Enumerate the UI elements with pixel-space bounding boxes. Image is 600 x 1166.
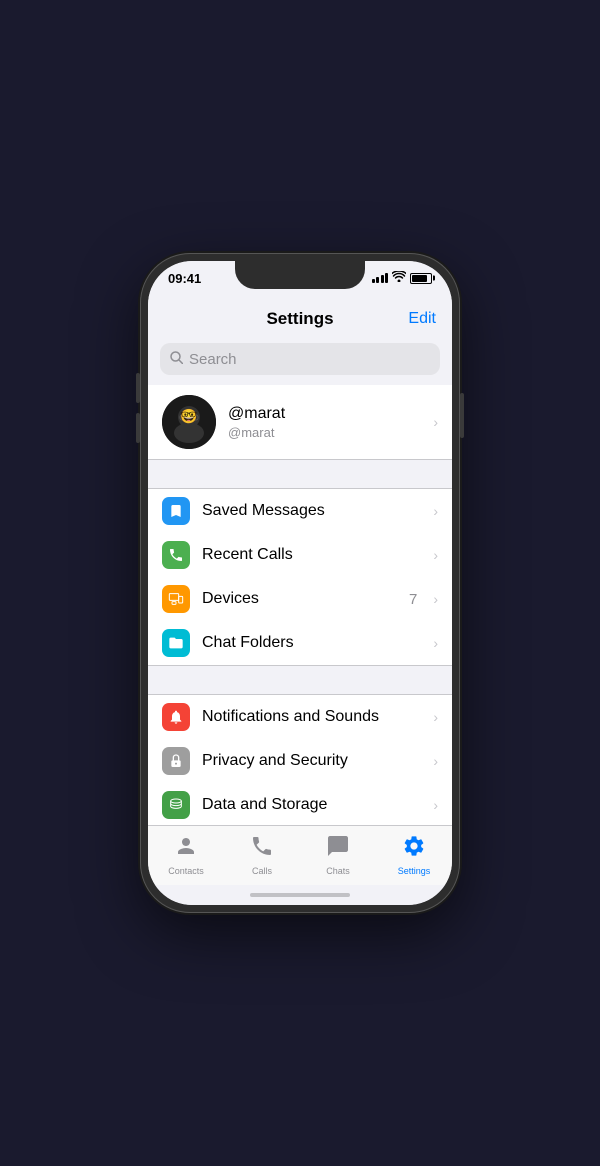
nav-header: Settings Edit — [148, 305, 452, 337]
calls-tab-label: Calls — [252, 866, 272, 876]
search-icon — [170, 351, 183, 367]
profile-name: @marat — [228, 405, 421, 423]
profile-row[interactable]: 🤓 @marat @marat › — [148, 385, 452, 460]
menu-group-2: Notifications and Sounds › Privacy and S… — [148, 694, 452, 825]
menu-item-recent-calls[interactable]: Recent Calls › — [148, 533, 452, 577]
contacts-tab-label: Contacts — [168, 866, 204, 876]
section-gap-2 — [148, 666, 452, 694]
privacy-chevron: › — [433, 753, 438, 769]
recent-calls-label: Recent Calls — [202, 546, 421, 564]
volume-down-button[interactable] — [136, 413, 140, 443]
notifications-label: Notifications and Sounds — [202, 708, 421, 726]
calls-tab-icon — [250, 834, 274, 864]
signal-icon — [372, 273, 389, 283]
profile-chevron: › — [433, 414, 438, 430]
edit-button[interactable]: Edit — [408, 310, 436, 328]
home-bar — [250, 893, 350, 897]
contacts-tab-icon — [174, 834, 198, 864]
volume-up-button[interactable] — [136, 373, 140, 403]
chat-folders-label: Chat Folders — [202, 634, 421, 652]
phone-screen: 09:41 — [148, 261, 452, 905]
chat-folders-chevron: › — [433, 635, 438, 651]
tab-chats[interactable]: Chats — [300, 834, 376, 876]
data-storage-icon — [162, 791, 190, 819]
settings-tab-icon — [402, 834, 426, 864]
data-storage-label: Data and Storage — [202, 796, 421, 814]
battery-icon — [410, 273, 432, 284]
section-gap-1 — [148, 460, 452, 488]
devices-chevron: › — [433, 591, 438, 607]
notifications-chevron: › — [433, 709, 438, 725]
menu-item-data-storage[interactable]: Data and Storage › — [148, 783, 452, 825]
search-bar[interactable]: Search — [160, 343, 440, 375]
avatar: 🤓 — [162, 395, 216, 449]
battery-fill — [412, 275, 427, 282]
menu-item-saved-messages[interactable]: Saved Messages › — [148, 489, 452, 533]
menu-item-privacy[interactable]: Privacy and Security › — [148, 739, 452, 783]
menu-group-1: Saved Messages › Recent Calls › Devi — [148, 488, 452, 666]
chats-tab-icon — [326, 834, 350, 864]
search-placeholder: Search — [189, 351, 237, 368]
tab-calls[interactable]: Calls — [224, 834, 300, 876]
home-indicator[interactable] — [148, 885, 452, 905]
chats-tab-label: Chats — [326, 866, 350, 876]
saved-messages-chevron: › — [433, 503, 438, 519]
devices-icon — [162, 585, 190, 613]
svg-text:🤓: 🤓 — [180, 408, 198, 424]
wifi-icon — [392, 271, 406, 285]
devices-label: Devices — [202, 590, 397, 608]
scroll-content: 🤓 @marat @marat › Saved Messages — [148, 385, 452, 825]
saved-messages-label: Saved Messages — [202, 502, 421, 520]
status-time: 09:41 — [168, 271, 201, 286]
page-title: Settings — [266, 309, 333, 329]
recent-calls-icon — [162, 541, 190, 569]
privacy-label: Privacy and Security — [202, 752, 421, 770]
chat-folders-icon — [162, 629, 190, 657]
privacy-icon — [162, 747, 190, 775]
tab-contacts[interactable]: Contacts — [148, 834, 224, 876]
power-button[interactable] — [460, 393, 464, 438]
settings-tab-label: Settings — [398, 866, 431, 876]
menu-item-devices[interactable]: Devices 7 › — [148, 577, 452, 621]
data-storage-chevron: › — [433, 797, 438, 813]
menu-item-chat-folders[interactable]: Chat Folders › — [148, 621, 452, 665]
status-icons — [372, 271, 433, 285]
tab-settings[interactable]: Settings — [376, 834, 452, 876]
profile-info: @marat @marat — [228, 405, 421, 440]
recent-calls-chevron: › — [433, 547, 438, 563]
devices-badge: 7 — [409, 591, 417, 608]
status-bar: 09:41 — [148, 261, 452, 305]
profile-handle: @marat — [228, 425, 421, 440]
menu-item-notifications[interactable]: Notifications and Sounds › — [148, 695, 452, 739]
notifications-icon — [162, 703, 190, 731]
saved-messages-icon — [162, 497, 190, 525]
tab-bar: Contacts Calls Chats — [148, 825, 452, 885]
phone-frame: 09:41 — [140, 253, 460, 913]
notch — [235, 261, 365, 289]
